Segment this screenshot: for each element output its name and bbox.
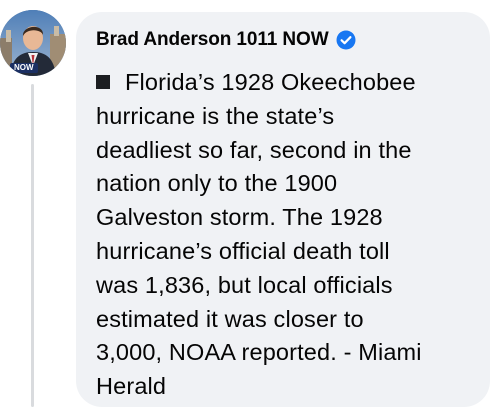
comment-line: deadliest so far, second in the [96,136,412,163]
avatar[interactable]: NOW [0,10,66,76]
author-name[interactable]: Brad Anderson 1011 NOW [96,29,329,51]
comment-text: Florida’s 1928 Okeechobee hurricane is t… [96,66,474,404]
comment-line-text: Florida’s 1928 Okeechobee [125,69,416,95]
comment-bubble: Brad Anderson 1011 NOW Florida’s 1928 Ok… [76,12,490,407]
black-square-icon [96,75,110,89]
comment-line: Galveston storm. The 1928 [96,204,383,231]
avatar-badge-text: NOW [14,63,34,72]
comment-line: nation only to the 1900 [96,170,338,197]
comment-line: Florida’s 1928 Okeechobee [96,66,474,100]
author-row: Brad Anderson 1011 NOW [96,27,474,53]
comment-line: hurricane’s official death toll [96,237,390,264]
comment-line: Herald [96,373,167,400]
comment-line: was 1,836, but local officials [96,271,393,298]
comment-line: estimated it was closer to [96,305,364,332]
avatar-station-badge: NOW [10,63,38,73]
thread-connector-line [31,84,34,407]
comment-line: hurricane is the state’s [96,102,335,129]
comment-line: 3,000, NOAA reported. - Miami [96,339,422,366]
verified-badge-icon [336,30,356,50]
comment-thread: NOW Brad Anderson 1011 NOW Florida’s 192… [0,0,500,407]
